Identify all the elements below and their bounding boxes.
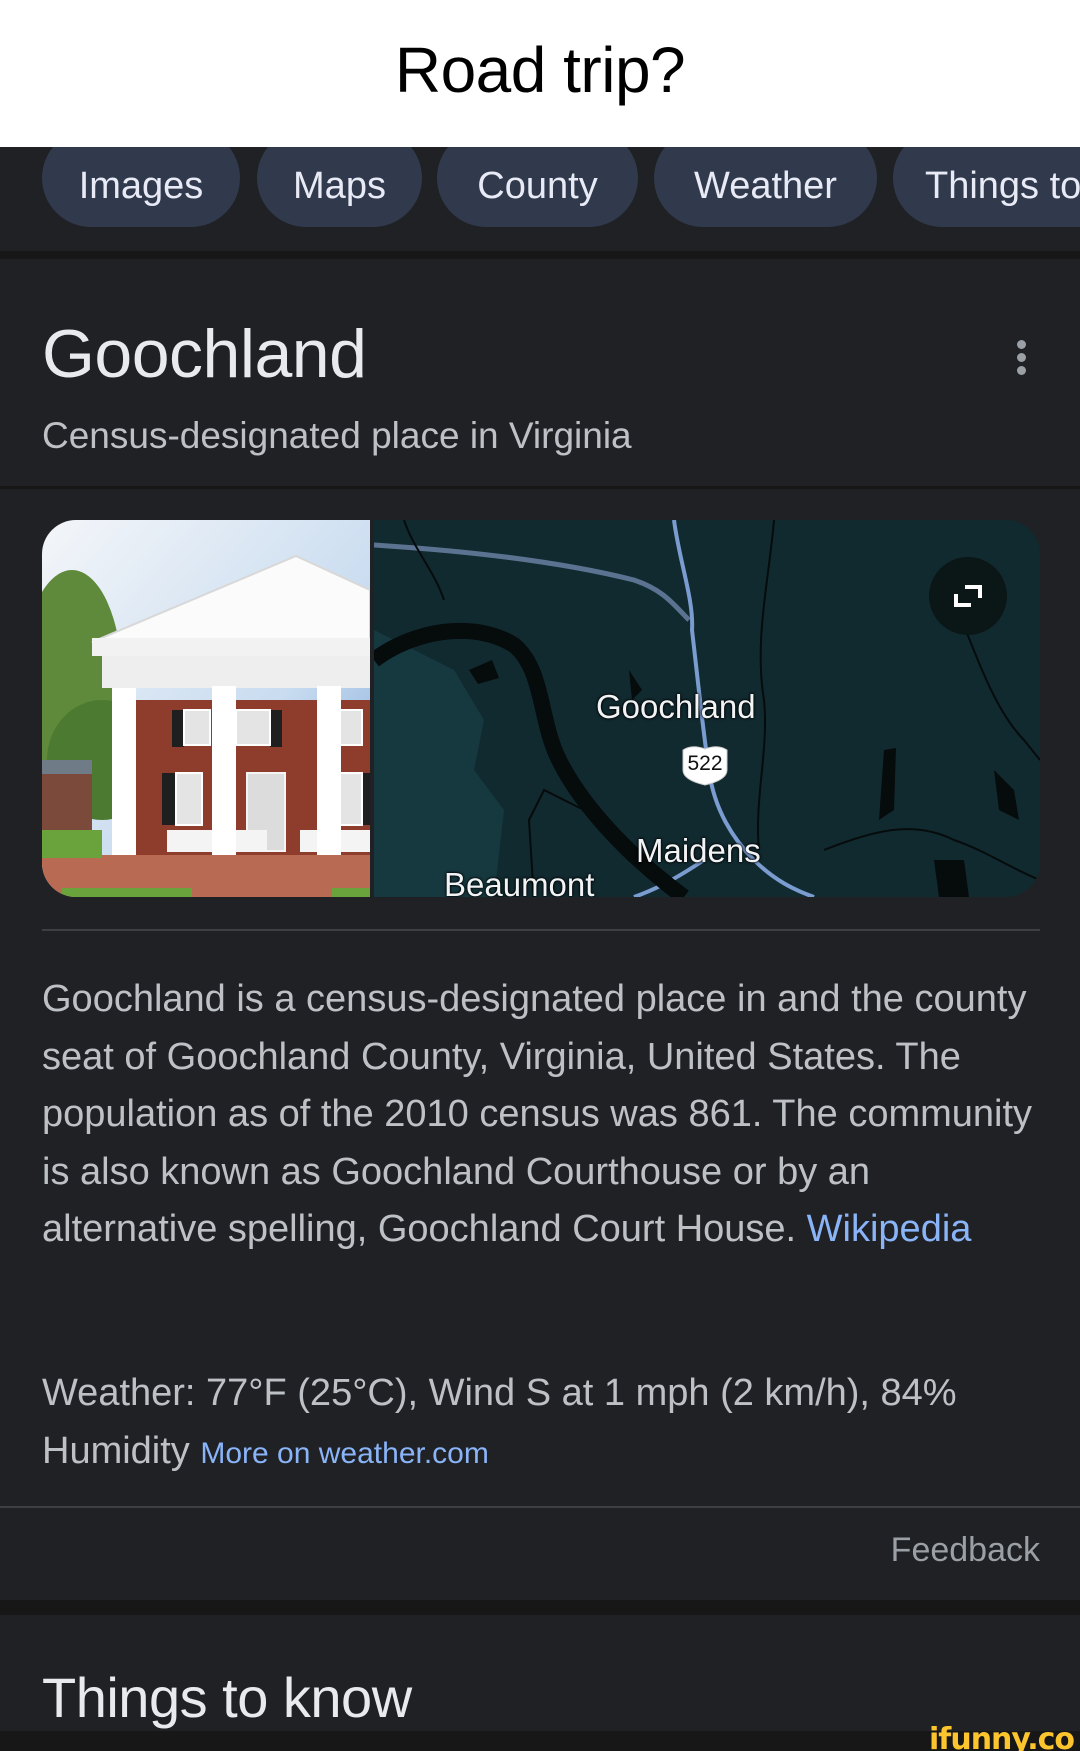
- meme-caption: Road trip?: [0, 0, 1080, 147]
- map-expand-button[interactable]: [929, 557, 1007, 635]
- chip-images[interactable]: Images: [42, 147, 240, 227]
- weather-summary: Weather: 77°F (25°C), Wind S at 1 mph (2…: [42, 1365, 1042, 1482]
- map-label-maidens: Maidens: [636, 832, 761, 869]
- chip-county[interactable]: County: [437, 147, 638, 227]
- courthouse-photo[interactable]: [42, 520, 371, 897]
- divider: [0, 1506, 1080, 1508]
- route-shield: 522: [680, 744, 730, 786]
- weather-text: Weather: 77°F (25°C), Wind S at 1 mph (2…: [42, 1372, 957, 1472]
- search-chips-bar: Images Maps County Weather Things to do: [0, 147, 1080, 253]
- section-divider: [0, 1600, 1080, 1615]
- chip-label: Images: [78, 164, 204, 207]
- map-label-beaumont: Beaumont: [444, 866, 595, 897]
- caption-text: Road trip?: [394, 33, 686, 106]
- section-title: Things to know: [42, 1666, 412, 1729]
- media-strip: Goochland 522 Maidens Beaumont: [42, 520, 1040, 897]
- chip-things-to-do[interactable]: Things to do: [893, 147, 1080, 227]
- chip-label: Things to do: [925, 164, 1080, 207]
- divider: [42, 929, 1040, 931]
- location-map[interactable]: Goochland 522 Maidens Beaumont: [374, 520, 1040, 897]
- wikipedia-link[interactable]: Wikipedia: [807, 1208, 972, 1250]
- chip-label: Maps: [293, 164, 386, 207]
- expand-icon: [954, 585, 982, 607]
- chip-label: County: [477, 164, 598, 207]
- chip-weather[interactable]: Weather: [654, 147, 877, 227]
- section-divider: [0, 251, 1080, 259]
- knowledge-panel: Goochland Census-designated place in Vir…: [0, 259, 1080, 1599]
- watermark-strip: [0, 1731, 1080, 1751]
- ifunny-watermark: ifunny.co: [929, 1722, 1075, 1751]
- weather-com-link[interactable]: More on weather.com: [200, 1437, 488, 1470]
- entity-title: Goochland: [42, 316, 367, 392]
- route-number: 522: [687, 752, 723, 775]
- chip-maps[interactable]: Maps: [257, 147, 422, 227]
- divider: [0, 486, 1080, 489]
- entity-subtitle: Census-designated place in Virginia: [42, 415, 632, 456]
- chip-label: Weather: [694, 164, 837, 207]
- map-label-goochland: Goochland: [596, 688, 756, 725]
- courthouse-photo-image: [42, 520, 371, 897]
- entity-description: Goochland is a census-designated place i…: [42, 971, 1042, 1259]
- feedback-link[interactable]: Feedback: [891, 1531, 1040, 1570]
- more-vert-icon[interactable]: [1010, 337, 1032, 387]
